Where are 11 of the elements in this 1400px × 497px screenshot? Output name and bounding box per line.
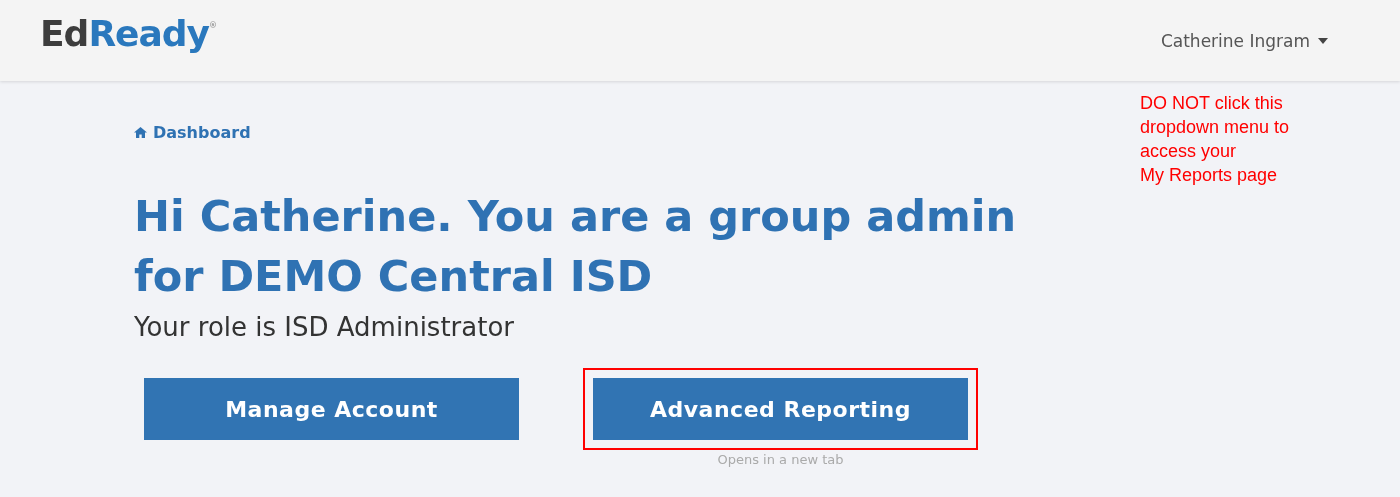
caret-icon xyxy=(1318,37,1328,44)
dashboard-link[interactable]: Dashboard xyxy=(134,123,251,142)
user-menu[interactable]: Catherine Ingram xyxy=(1160,30,1328,51)
home-icon xyxy=(134,127,147,138)
page-heading: Hi Catherine. You are a group admin for DEMO Central ISD xyxy=(134,190,1018,303)
action-button[interactable]: Advanced Reporting xyxy=(593,378,968,440)
action-button[interactable]: Manage Account xyxy=(144,378,519,440)
annotation-note: DO NOT click this dropdown menu to access your My Reports page xyxy=(1140,92,1290,187)
button-note: Opens in a new tab xyxy=(717,452,844,467)
logo[interactable]: EdReady$^{®}$ xyxy=(40,13,218,54)
role-text: Your role is ISD Administrator xyxy=(134,312,515,342)
